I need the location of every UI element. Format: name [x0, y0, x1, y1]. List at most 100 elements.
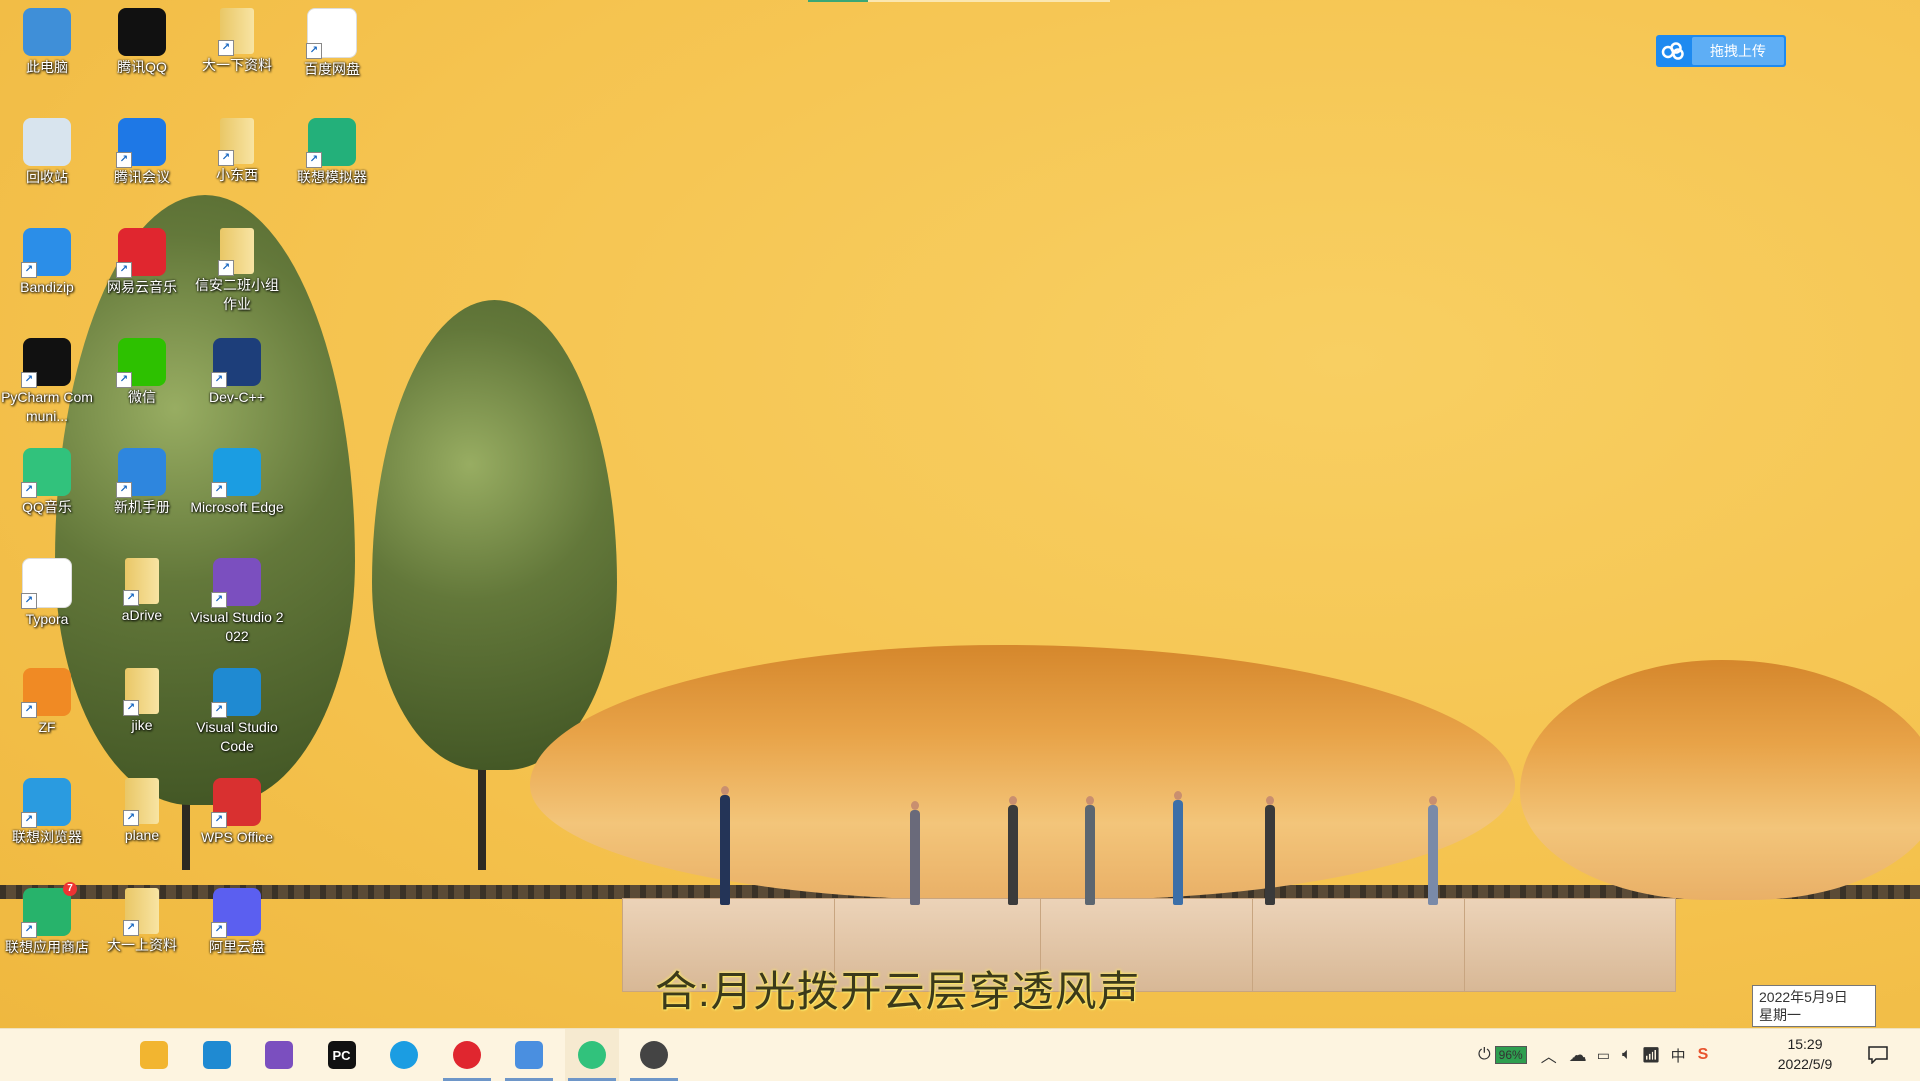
- desktop-icon-label: 新机手册: [114, 499, 170, 515]
- desktop-icon-lenovo-emulator[interactable]: ↗ 联想模拟器: [285, 114, 379, 187]
- desktop-icon-lenovo-browser[interactable]: ↗ 联想浏览器: [0, 774, 94, 847]
- battery-icon[interactable]: ▭: [1597, 1047, 1610, 1064]
- taskbar-start-button[interactable]: [2, 1029, 56, 1081]
- wps-icon: ↗: [211, 778, 261, 828]
- desktop-icon-wps[interactable]: ↗ WPS Office: [190, 774, 284, 847]
- desktop-icon-zf[interactable]: ↗ ZF: [0, 664, 94, 737]
- system-tray: ⏻ 96% ︿ ☁ ▭ 🔈︎ 📶︎ 中 S: [1478, 1029, 1708, 1081]
- shortcut-arrow-icon: ↗: [218, 260, 234, 276]
- desktop-icon-label: jike: [131, 717, 153, 733]
- ime-indicator[interactable]: 中: [1671, 1045, 1686, 1066]
- battery-indicator[interactable]: 96%: [1494, 1046, 1527, 1064]
- desktop-icon-label: WPS Office: [200, 829, 274, 845]
- taskbar-clock[interactable]: 15:29 2022/5/9: [1770, 1034, 1840, 1074]
- taskbar-visual-studio-button[interactable]: [252, 1029, 306, 1081]
- devcpp-icon: ↗: [211, 338, 261, 388]
- shortcut-arrow-icon: ↗: [21, 482, 37, 498]
- taskbar-search-button[interactable]: [65, 1029, 119, 1081]
- shortcut-arrow-icon: ↗: [21, 372, 37, 388]
- taskbar-pycharm-button[interactable]: PC: [315, 1029, 369, 1081]
- desktop-icon-label: PyCharm Communi...: [1, 389, 93, 424]
- taskbar-file-explorer-button[interactable]: [127, 1029, 181, 1081]
- desktop-icon-aliyun-drive[interactable]: ↗ 阿里云盘: [190, 884, 284, 957]
- taskbar-vscode-button[interactable]: [190, 1029, 244, 1081]
- desktop-icon-visual-studio[interactable]: ↗ Visual Studio 2022: [190, 554, 284, 646]
- desktop-icon-label: 回收站: [26, 169, 68, 185]
- desktop-icon-label: 百度网盘: [304, 61, 360, 77]
- wallpaper-tree-right: [372, 300, 617, 770]
- folder-icon: ↗: [218, 118, 254, 166]
- baidu-upload-widget[interactable]: 拖拽上传: [1656, 35, 1786, 67]
- sogou-input-icon[interactable]: S: [1698, 1046, 1709, 1064]
- desktop-icon-label: 此电脑: [26, 59, 68, 75]
- shortcut-arrow-icon: ↗: [116, 482, 132, 498]
- desktop-icon-folder[interactable]: ↗ plane: [95, 774, 189, 845]
- desktop-icon-baidu-netdisk[interactable]: ↗ 百度网盘: [285, 4, 379, 79]
- desktop-icon-folder[interactable]: ↗ 信安二班小组作业: [190, 224, 284, 314]
- desktop-icon-qq-penguin[interactable]: 腾讯QQ: [95, 4, 189, 77]
- media-progress-fill: [808, 0, 869, 2]
- desktop-icon-devcpp[interactable]: ↗ Dev-C++: [190, 334, 284, 407]
- desktop-icon-edge[interactable]: ↗ Microsoft Edge: [190, 444, 284, 517]
- desktop-icon-folder[interactable]: ↗ 大一上资料: [95, 884, 189, 955]
- desktop-icon-pycharm[interactable]: ↗ PyCharm Communi...: [0, 334, 94, 426]
- zf-icon: ↗: [21, 668, 71, 718]
- taskbar: PC ⏻ 96% ︿ ☁ ▭ 🔈︎ 📶︎ 中 S 15:29 2022/5/9: [0, 1028, 1920, 1081]
- notification-center-button[interactable]: [1864, 1041, 1892, 1069]
- desktop-icon-recycle-bin[interactable]: 回收站: [0, 114, 94, 187]
- shortcut-arrow-icon: ↗: [123, 920, 139, 936]
- pycharm-icon: PC: [327, 1041, 356, 1069]
- taskbar-qq-music-button[interactable]: [564, 1029, 619, 1081]
- vscode-icon: ↗: [211, 668, 261, 718]
- desktop-icon-label: 微信: [128, 389, 156, 405]
- wallpaper-figurine: [1428, 796, 1438, 905]
- netease-music-icon: [452, 1041, 481, 1069]
- desktop-icon-tencent-meeting[interactable]: ↗ 腾讯会议: [95, 114, 189, 187]
- edge-icon: [390, 1041, 418, 1069]
- folder-icon: ↗: [123, 668, 159, 716]
- desktop-icon-bandizip[interactable]: ↗ Bandizip: [0, 224, 94, 297]
- desktop-icon-netease-music[interactable]: ↗ 网易云音乐: [95, 224, 189, 297]
- desktop-icon-label: Typora: [25, 611, 69, 627]
- volume-icon[interactable]: 🔈︎: [1622, 1046, 1632, 1064]
- shortcut-arrow-icon: ↗: [116, 262, 132, 278]
- chevron-up-icon[interactable]: ︿: [1541, 1043, 1557, 1067]
- desktop-icon-label: 大一上资料: [107, 937, 177, 953]
- shortcut-arrow-icon: ↗: [211, 922, 227, 938]
- desktop-icon-label: ZF: [38, 719, 56, 735]
- lenovo-app-store-icon: 7 ↗: [21, 882, 77, 938]
- desktop-icon-manual[interactable]: ↗ 新机手册: [95, 444, 189, 517]
- typora-icon: ↗: [21, 558, 72, 609]
- desktop-icon-folder[interactable]: ↗ aDrive: [95, 554, 189, 625]
- notification-badge: 7: [63, 882, 77, 896]
- wallpaper-wood-block: [1464, 898, 1676, 992]
- desktop-icon-folder[interactable]: ↗ 大一下资料: [190, 4, 284, 75]
- tencent-meeting-icon: ↗: [116, 118, 166, 168]
- taskbar-edge-button[interactable]: [377, 1029, 431, 1081]
- folder-icon: ↗: [123, 558, 159, 606]
- folder-icon: ↗: [218, 228, 254, 276]
- taskbar-recorder-button[interactable]: [627, 1029, 681, 1081]
- desktop-icon-wechat[interactable]: ↗ 微信: [95, 334, 189, 407]
- taskbar-baidu-netdisk-button[interactable]: [502, 1029, 556, 1081]
- desktop-icon-label: Visual Studio 2022: [190, 609, 284, 644]
- wallpaper-figurine: [720, 786, 730, 905]
- desktop-icon-typora[interactable]: ↗ Typora: [0, 554, 94, 629]
- desktop-icon-folder[interactable]: ↗ jike: [95, 664, 189, 735]
- desktop-icon-lenovo-app-store[interactable]: 7 ↗ 联想应用商店: [0, 882, 94, 957]
- wifi-icon[interactable]: 📶︎: [1642, 1046, 1661, 1064]
- desktop-icon-folder[interactable]: ↗ 小东西: [190, 114, 284, 185]
- taskbar-netease-music-button[interactable]: [440, 1029, 494, 1081]
- clock-time: 15:29: [1787, 1036, 1823, 1052]
- desktop-icon-label: Visual Studio Code: [196, 719, 278, 754]
- shortcut-arrow-icon: ↗: [211, 372, 227, 388]
- manual-icon: ↗: [116, 448, 166, 498]
- desktop-icon-qq-music[interactable]: ↗ QQ音乐: [0, 444, 94, 517]
- desktop-icon-vscode[interactable]: ↗ Visual Studio Code: [190, 664, 284, 756]
- tooltip-weekday: 星期一: [1759, 1007, 1801, 1023]
- power-plug-icon[interactable]: ⏻: [1478, 1046, 1491, 1064]
- onedrive-cloud-icon[interactable]: ☁: [1569, 1045, 1587, 1066]
- wallpaper-figurine: [1085, 796, 1095, 905]
- shortcut-arrow-icon: ↗: [218, 150, 234, 166]
- desktop-icon-computer[interactable]: 此电脑: [0, 4, 94, 77]
